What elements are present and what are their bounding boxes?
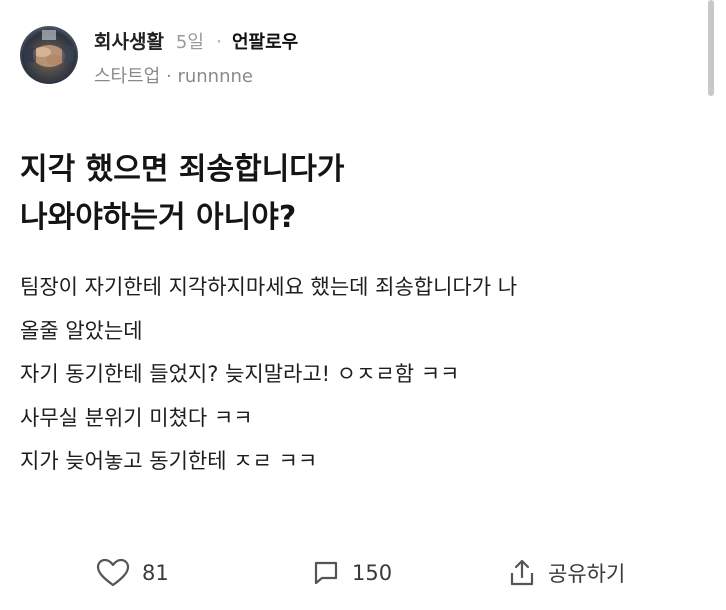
meta-separator: ·: [215, 31, 222, 53]
author-separator: ·: [165, 66, 172, 87]
post-meta: 회사생활 5일 · 언팔로우 스타트업 · runnnne: [94, 29, 298, 89]
post-body-line: 자기 동기한테 들었지? 늦지말라고! ㅇㅈㄹ함 ㅋㅋ: [20, 362, 460, 386]
comment-button[interactable]: 150: [312, 550, 392, 596]
post-body-line: 지가 늦어놓고 동기한테 ㅈㄹ ㅋㅋ: [20, 449, 318, 473]
post-header: 회사생활 5일 · 언팔로우 스타트업 · runnnne: [20, 26, 298, 89]
like-count: 81: [142, 561, 169, 585]
author-company: 스타트업: [94, 66, 161, 87]
post-time: 5일: [175, 32, 204, 53]
post-title: 지각 했으면 죄송합니다가 나와야하는거 아니야?: [20, 146, 700, 242]
post-title-line: 나와야하는거 아니야?: [20, 200, 297, 235]
post-body-line: 사무실 분위기 미쳤다 ㅋㅋ: [20, 405, 253, 430]
post-body: 팀장이 자기한테 지각하지마세요 했는데 죄송합니다가 나 올줄 알았는데 자기…: [20, 266, 710, 484]
board-name[interactable]: 회사생활: [94, 29, 164, 55]
author-name: runnnne: [177, 66, 253, 87]
post-body-line: 올줄 알았는데: [20, 318, 143, 343]
avatar[interactable]: [20, 26, 78, 84]
author-info[interactable]: 스타트업 · runnnne: [94, 65, 298, 89]
comment-icon: [314, 561, 338, 585]
scrollbar[interactable]: [708, 0, 714, 96]
comment-count: 150: [352, 561, 393, 585]
like-button[interactable]: 81: [96, 550, 169, 596]
unfollow-button[interactable]: 언팔로우: [232, 30, 298, 56]
share-button[interactable]: 공유하기: [508, 550, 625, 596]
share-icon: [510, 559, 534, 586]
post-title-line: 지각 했으면 죄송합니다가: [20, 152, 345, 187]
heart-icon: [96, 558, 130, 587]
action-bar: 81 150 공유하기: [0, 550, 726, 596]
post-body-line: 팀장이 자기한테 지각하지마세요 했는데 죄송합니다가 나: [20, 275, 518, 299]
share-label: 공유하기: [548, 562, 626, 586]
